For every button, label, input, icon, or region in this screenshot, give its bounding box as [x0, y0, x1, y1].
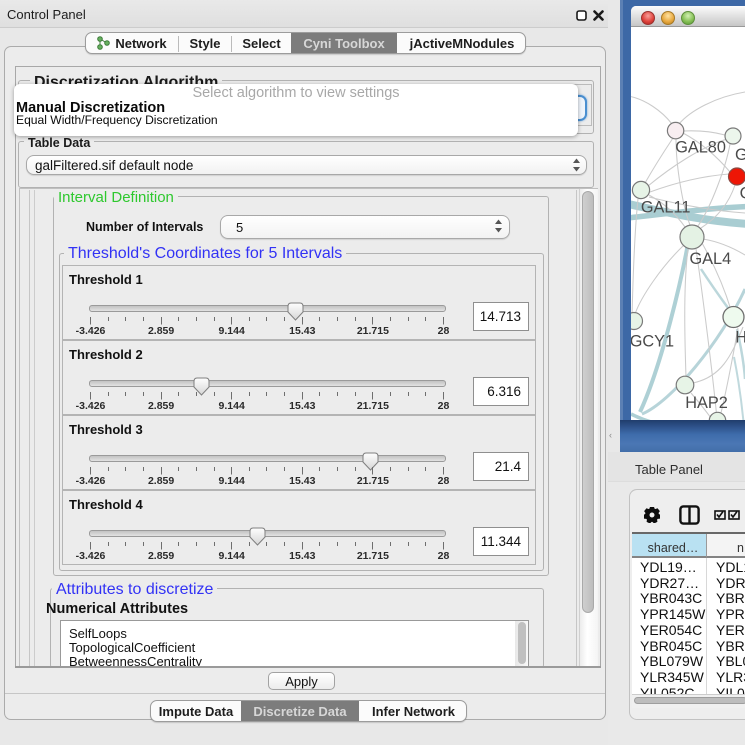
svg-text:GAL: GAL [735, 146, 745, 164]
svg-text:GAL4: GAL4 [690, 250, 732, 268]
svg-text:GAL80: GAL80 [675, 139, 726, 157]
svg-text:GAL11: GAL11 [641, 199, 690, 217]
svg-text:CD: CD [740, 185, 745, 203]
svg-text:GCY1: GCY1 [631, 333, 674, 351]
svg-text:HAP2: HAP2 [685, 394, 728, 412]
svg-text:H: H [735, 329, 745, 347]
